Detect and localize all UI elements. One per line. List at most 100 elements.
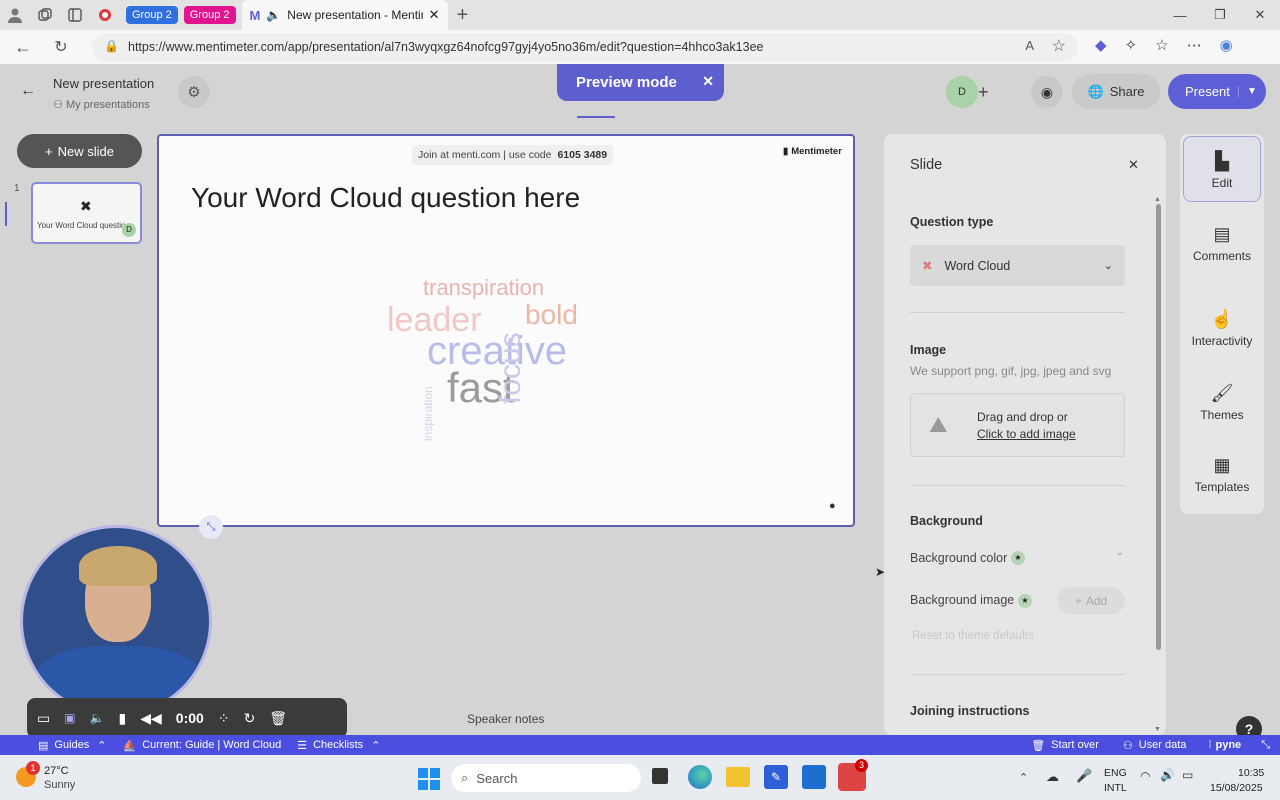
chevron-up-icon[interactable]: ⌃ [371, 739, 380, 752]
rail-edit[interactable]: ▙ Edit [1183, 136, 1261, 202]
workspaces-icon[interactable] [30, 0, 60, 30]
edge-icon[interactable] [688, 765, 712, 789]
favorite-star-icon[interactable]: ☆ [1052, 36, 1066, 56]
close-window-icon[interactable]: ✕ [1240, 7, 1280, 23]
clock-date[interactable]: 15/08/2025 [1210, 782, 1263, 794]
breadcrumb[interactable]: ⚇ My presentations [53, 98, 150, 111]
tray-chevron-icon[interactable]: ⌃ [1019, 771, 1028, 784]
new-tab-icon[interactable]: + [448, 0, 478, 30]
image-placeholder-icon: ⛰ [929, 412, 948, 437]
volume-icon[interactable]: 🔈 [90, 711, 105, 725]
add-collaborator-icon[interactable]: + [978, 76, 1000, 108]
recording-tab-icon[interactable] [90, 0, 120, 30]
preview-eye-icon[interactable]: ◉ [1031, 76, 1063, 108]
question-title[interactable]: Your Word Cloud question here [191, 182, 580, 214]
restart-icon[interactable]: ↻ [244, 710, 256, 727]
task-view-icon[interactable] [652, 768, 668, 784]
rewind-icon[interactable]: ◀◀ [140, 710, 162, 727]
camera-icon[interactable]: ▭ [37, 710, 50, 727]
hand-pointer-icon: ☝ [1210, 309, 1234, 329]
taskbar-search[interactable]: ⌕ Search [451, 764, 641, 792]
grid-icon[interactable]: ⁘ [218, 710, 230, 727]
wifi-icon[interactable]: ◠ [1140, 769, 1150, 783]
new-slide-label: New slide [57, 143, 114, 159]
chevron-down-icon[interactable]: ▼ [1238, 86, 1257, 97]
language-line2[interactable]: INTL [1104, 782, 1127, 794]
rail-themes[interactable]: 🖌 Themes [1183, 383, 1261, 422]
checklists-button[interactable]: Checklists [313, 739, 363, 751]
back-arrow-icon[interactable]: ← [20, 82, 36, 100]
panel-title: Slide [910, 157, 943, 173]
speaker-icon[interactable]: 🔈 [266, 8, 281, 22]
favorites-icon[interactable]: ☆ [1155, 36, 1168, 54]
waveform-icon[interactable]: ▮ [119, 710, 127, 727]
cloud-word-bold: bold [525, 299, 578, 330]
microphone-icon[interactable]: 🎤 [1076, 768, 1092, 784]
panel-scrollbar[interactable] [1156, 204, 1161, 650]
click-to-add-link[interactable]: Click to add image [977, 427, 1076, 441]
back-icon[interactable]: ← [0, 32, 46, 62]
volume-icon[interactable]: 🔊 [1160, 768, 1175, 782]
tab-actions-icon[interactable] [60, 0, 90, 30]
tray-app-icon[interactable]: ☁ [1046, 769, 1059, 785]
minimize-icon[interactable]: — [1160, 8, 1200, 23]
profile-icon[interactable] [0, 0, 30, 30]
store-icon[interactable] [802, 765, 826, 789]
captions-icon[interactable]: ▣ [64, 711, 75, 725]
chevron-up-icon[interactable]: ⌃ [97, 739, 106, 752]
audience-person-icon: ● [829, 500, 836, 512]
rail-interactivity[interactable]: ☝ Interactivity [1183, 309, 1261, 348]
active-tab[interactable]: M 🔈 New presentation - Mentime ✕ [241, 0, 448, 30]
slide-thumbnail[interactable]: ✖ Your Word Cloud questio D [31, 182, 142, 244]
read-aloud-icon[interactable]: A [1025, 38, 1034, 53]
avatar[interactable]: D [946, 76, 978, 108]
collapse-icon[interactable]: ⤡ [199, 515, 223, 539]
rail-comments[interactable]: ▤ Comments [1183, 224, 1261, 263]
address-bar[interactable]: 🔒 https://www.mentimeter.com/app/present… [92, 33, 1078, 61]
settings-icon[interactable]: ⚙ [178, 76, 210, 108]
more-menu-icon[interactable]: ⋯ [1187, 36, 1202, 54]
battery-icon[interactable]: ▭ [1182, 768, 1193, 782]
extensions-puzzle-icon[interactable]: ✧ [1125, 36, 1138, 54]
new-slide-button[interactable]: + New slide [17, 134, 142, 168]
language-line1[interactable]: ENG [1104, 767, 1127, 779]
scroll-up-icon[interactable]: ▲ [1154, 196, 1161, 203]
tab-group-2[interactable]: Group 2 [183, 6, 236, 24]
image-dropzone[interactable]: ⛰ Drag and drop or Click to add image [910, 393, 1125, 457]
weather-widget[interactable]: 1 27°C Sunny [16, 761, 136, 793]
add-background-image-button[interactable]: + Add [1057, 587, 1125, 614]
join-text: Join at menti.com | use code [418, 149, 552, 161]
copilot-icon[interactable]: ◉ [1220, 36, 1233, 54]
close-tab-icon[interactable]: ✕ [429, 7, 440, 23]
start-button-icon[interactable] [418, 768, 440, 790]
share-button[interactable]: 🌐 Share [1072, 74, 1160, 109]
rail-templates[interactable]: ▦ Templates [1183, 455, 1261, 494]
close-panel-icon[interactable]: ✕ [1128, 157, 1139, 173]
restore-icon[interactable]: ❐ [1200, 7, 1240, 23]
user-data-button[interactable]: User data [1139, 739, 1187, 751]
trash-icon[interactable]: 🗑 [269, 710, 287, 727]
refresh-icon[interactable]: ↻ [46, 32, 76, 62]
app-icon[interactable]: ✎ [764, 765, 788, 789]
close-preview-icon[interactable]: ✕ [702, 73, 714, 90]
start-over-button[interactable]: Start over [1051, 739, 1099, 751]
clock-time[interactable]: 10:35 [1238, 767, 1264, 779]
divider [910, 485, 1125, 486]
speaker-notes[interactable]: Speaker notes [467, 712, 544, 726]
collapse-guide-icon[interactable]: ⤡ [1261, 739, 1270, 752]
webcam-bubble[interactable] [20, 525, 212, 717]
present-button[interactable]: Present ▼ [1168, 74, 1266, 109]
current-guide[interactable]: Current: Guide | Word Cloud [142, 739, 281, 751]
reset-theme-link[interactable]: Reset to theme defaults [912, 630, 1033, 642]
site-info-icon[interactable]: 🔒 [104, 39, 119, 53]
guides-button[interactable]: Guides [54, 739, 89, 751]
scroll-down-icon[interactable]: ▼ [1154, 726, 1161, 733]
file-explorer-icon[interactable] [726, 767, 750, 787]
tab-group-1[interactable]: Group 2 [126, 6, 178, 24]
presentation-title[interactable]: New presentation [53, 76, 154, 91]
question-type-select[interactable]: ✖ Word Cloud ⌄ [910, 245, 1125, 286]
extension-icon[interactable]: ◆ [1095, 36, 1107, 54]
slide-canvas[interactable]: Join at menti.com | use code 6105 3489 ▮… [157, 134, 855, 527]
background-color-picker[interactable]: ⌄ [1068, 547, 1124, 569]
thumbnail-label: Your Word Cloud questio [37, 221, 126, 230]
